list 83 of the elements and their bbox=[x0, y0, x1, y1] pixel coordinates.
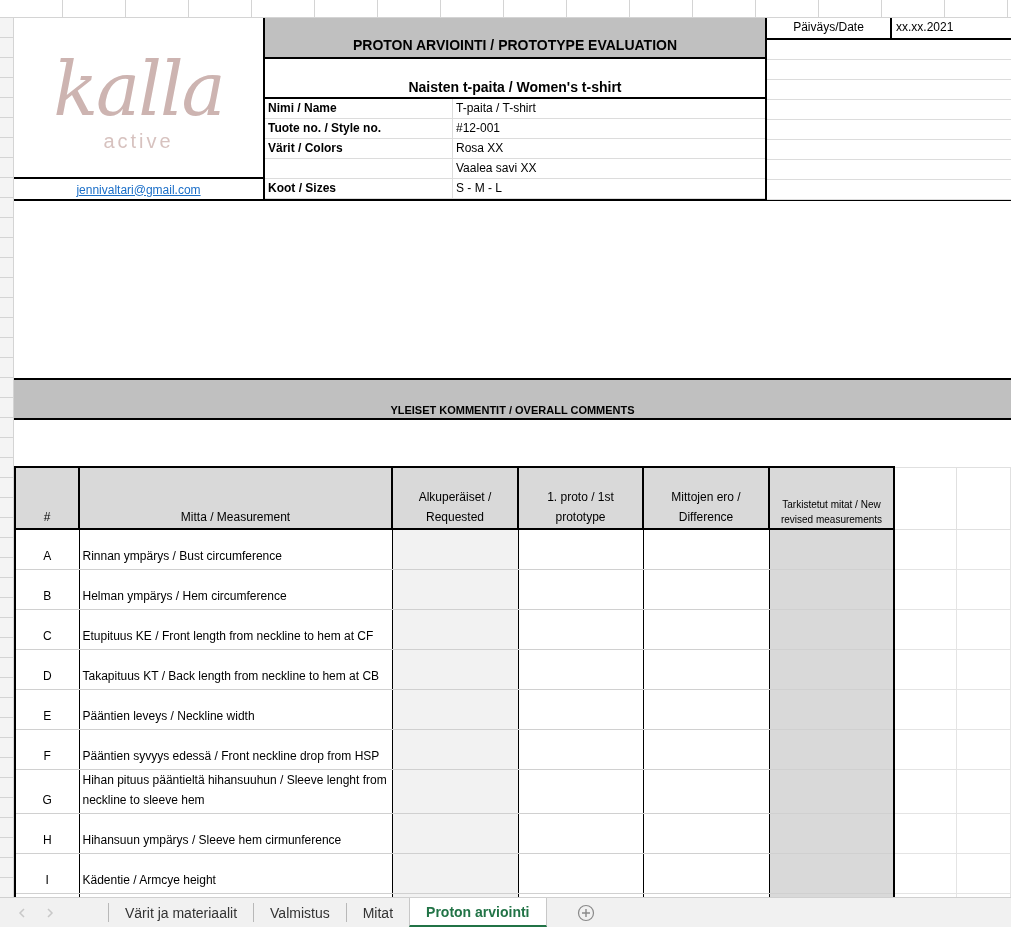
email-link[interactable]: jennivaltari@gmail.com bbox=[76, 182, 201, 197]
requested-cell[interactable] bbox=[392, 769, 518, 813]
column-header: Mittojen ero / Difference bbox=[643, 467, 769, 529]
prototype-cell[interactable] bbox=[518, 769, 643, 813]
difference-cell[interactable] bbox=[643, 769, 769, 813]
measurement-cell: Takapituus KT / Back length from neckline to hem at CB bbox=[79, 649, 392, 689]
column-header: # bbox=[15, 467, 79, 529]
row-code: E bbox=[15, 689, 79, 729]
column-header: 1. proto / 1st prototype bbox=[518, 467, 643, 529]
prototype-cell[interactable] bbox=[518, 569, 643, 609]
info-label: Värit / Colors bbox=[268, 141, 343, 155]
info-value: #12-001 bbox=[456, 121, 501, 135]
revised-cell[interactable] bbox=[769, 689, 894, 729]
requested-cell[interactable] bbox=[392, 529, 518, 569]
info-label: Tuote no. / Style no. bbox=[268, 121, 382, 135]
requested-cell[interactable] bbox=[392, 569, 518, 609]
revised-cell[interactable] bbox=[769, 853, 894, 893]
revised-cell[interactable] bbox=[769, 569, 894, 609]
info-value: Rosa XX bbox=[456, 141, 504, 155]
prototype-cell[interactable] bbox=[518, 853, 643, 893]
row-code: F bbox=[15, 729, 79, 769]
row-code: B bbox=[15, 569, 79, 609]
sheet-subtitle: Naisten t-paita / Women's t-shirt bbox=[265, 59, 765, 99]
measurement-cell: Hihan pituus pääntieltä hihansuuhun / Sleeve lenght from neckline to sleeve hem bbox=[79, 769, 392, 813]
measurement-cell: Kädentie / Armcye height bbox=[79, 853, 392, 893]
row-code: C bbox=[15, 609, 79, 649]
row-code: D bbox=[15, 649, 79, 689]
difference-cell[interactable] bbox=[643, 689, 769, 729]
prototype-cell[interactable] bbox=[518, 729, 643, 769]
measurement-cell: Pääntien leveys / Neckline width bbox=[79, 689, 392, 729]
requested-cell[interactable] bbox=[392, 729, 518, 769]
scroll-left-icon[interactable] bbox=[18, 907, 26, 918]
prototype-cell[interactable] bbox=[518, 649, 643, 689]
info-label: Koot / Sizes bbox=[268, 181, 336, 195]
row-code: I bbox=[15, 853, 79, 893]
requested-cell[interactable] bbox=[392, 853, 518, 893]
brand-tagline: active bbox=[103, 129, 174, 152]
row-code: A bbox=[15, 529, 79, 569]
prototype-cell[interactable] bbox=[518, 689, 643, 729]
measurement-cell: Rinnan ympärys / Bust circumference bbox=[79, 529, 392, 569]
measurement-cell: Hihansuun ympärys / Sleeve hem cirmunference bbox=[79, 813, 392, 853]
revised-cell[interactable] bbox=[769, 529, 894, 569]
column-header: Tarkistetut mitat / New revised measurements bbox=[769, 467, 894, 529]
info-label: Nimi / Name bbox=[268, 101, 337, 115]
difference-cell[interactable] bbox=[643, 853, 769, 893]
column-header: Alkuperäiset / Requested bbox=[392, 467, 518, 529]
prototype-cell[interactable] bbox=[518, 609, 643, 649]
difference-cell[interactable] bbox=[643, 813, 769, 853]
revised-cell[interactable] bbox=[769, 649, 894, 689]
sheet-tab[interactable]: Valmistus bbox=[253, 903, 346, 922]
prototype-cell[interactable] bbox=[518, 529, 643, 569]
revised-cell[interactable] bbox=[769, 813, 894, 853]
scroll-right-icon[interactable] bbox=[46, 907, 54, 918]
revised-cell[interactable] bbox=[769, 729, 894, 769]
row-code: H bbox=[15, 813, 79, 853]
measurement-cell: Etupituus KE / Front length from neckline to hem at CF bbox=[79, 609, 392, 649]
difference-cell[interactable] bbox=[643, 729, 769, 769]
requested-cell[interactable] bbox=[392, 689, 518, 729]
add-sheet-icon[interactable] bbox=[576, 903, 595, 922]
difference-cell[interactable] bbox=[643, 529, 769, 569]
revised-cell[interactable] bbox=[769, 769, 894, 813]
measurement-cell: Helman ympärys / Hem circumference bbox=[79, 569, 392, 609]
sheet-title: PROTON ARVIOINTI / PROTOTYPE EVALUATION bbox=[265, 18, 765, 59]
info-value: S - M - L bbox=[456, 181, 502, 195]
prototype-cell[interactable] bbox=[518, 813, 643, 853]
info-value: T-paita / T-shirt bbox=[456, 101, 536, 115]
row-code: G bbox=[15, 769, 79, 813]
date-value: xx.xx.2021 bbox=[896, 20, 954, 34]
revised-cell[interactable] bbox=[769, 609, 894, 649]
brand-logo: kalla bbox=[53, 47, 224, 130]
comments-header: YLEISET KOMMENTIT / OVERALL COMMENTS bbox=[14, 378, 1011, 420]
info-value: Vaalea savi XX bbox=[456, 161, 537, 175]
sheet-tab[interactable]: Proton arviointi bbox=[409, 898, 547, 927]
difference-cell[interactable] bbox=[643, 609, 769, 649]
requested-cell[interactable] bbox=[392, 813, 518, 853]
sheet-tab[interactable]: Värit ja materiaalit bbox=[108, 903, 254, 922]
difference-cell[interactable] bbox=[643, 569, 769, 609]
column-header: Mitta / Measurement bbox=[79, 467, 392, 529]
measurement-cell: Pääntien syvyys edessä / Front neckline drop from HSP bbox=[79, 729, 392, 769]
date-label: Päiväys/Date bbox=[793, 20, 864, 34]
difference-cell[interactable] bbox=[643, 649, 769, 689]
requested-cell[interactable] bbox=[392, 609, 518, 649]
requested-cell[interactable] bbox=[392, 649, 518, 689]
